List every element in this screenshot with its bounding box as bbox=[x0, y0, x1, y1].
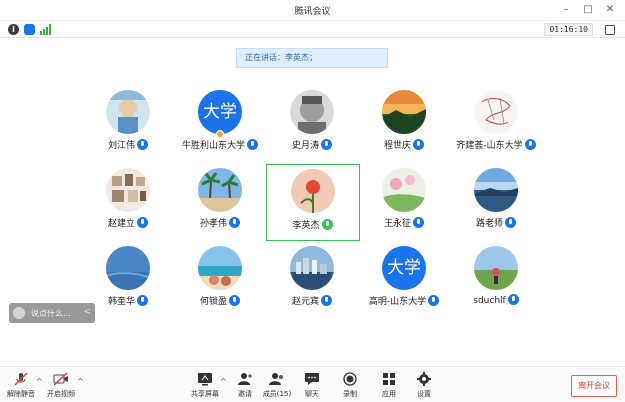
active-speaker-tile[interactable]: 李英杰 bbox=[266, 164, 360, 241]
microphone-icon bbox=[321, 139, 332, 150]
participant-name: 孙孝伟 bbox=[199, 219, 227, 229]
microphone-icon bbox=[413, 217, 424, 228]
microphone-muted-icon bbox=[14, 372, 28, 386]
shield-icon[interactable] bbox=[24, 24, 35, 35]
participant-name: 刘江伟 bbox=[107, 141, 135, 151]
status-bar: i 01:16:10 bbox=[0, 20, 625, 38]
meeting-timer: 01:16:10 bbox=[544, 23, 593, 36]
record-button[interactable]: 录制 bbox=[333, 372, 367, 399]
avatar bbox=[474, 168, 518, 212]
avatar bbox=[291, 169, 335, 213]
members-icon bbox=[269, 373, 283, 385]
share-screen-button[interactable]: 共享屏幕 bbox=[188, 372, 222, 399]
apps-label: 应用 bbox=[382, 390, 396, 398]
avatar bbox=[198, 168, 242, 212]
record-label: 录制 bbox=[343, 390, 357, 398]
invite-button[interactable]: 邀请 bbox=[228, 372, 262, 399]
participant-tile[interactable]: 孙孝伟 bbox=[165, 168, 275, 240]
speaking-banner: 正在讲话：李英杰； bbox=[236, 48, 388, 68]
microphone-icon bbox=[137, 217, 148, 228]
participant-name: 李英杰 bbox=[292, 221, 320, 231]
avatar bbox=[106, 90, 150, 134]
fullscreen-icon[interactable] bbox=[605, 25, 615, 35]
avatar bbox=[474, 246, 518, 290]
host-badge-icon bbox=[216, 130, 224, 138]
start-video-label: 开启视频 bbox=[47, 390, 75, 398]
microphone-icon bbox=[507, 294, 519, 305]
chevron-up-icon[interactable]: ^ bbox=[36, 377, 43, 386]
emoji-icon[interactable] bbox=[13, 307, 25, 319]
apps-button[interactable]: 应用 bbox=[372, 372, 406, 399]
microphone-icon bbox=[505, 217, 516, 228]
microphone-icon bbox=[524, 139, 536, 150]
participant-tile[interactable]: 齐建荟-山东大学 bbox=[441, 90, 551, 162]
unmute-button[interactable]: 解除静音 bbox=[4, 372, 38, 399]
settings-button[interactable]: 设置 bbox=[407, 372, 441, 399]
participant-name: 赵元宾 bbox=[291, 297, 319, 307]
gear-icon bbox=[417, 372, 431, 386]
collapse-icon[interactable]: < bbox=[83, 307, 91, 317]
participant-name: 高明-山东大学 bbox=[368, 297, 427, 307]
maximize-icon[interactable]: □ bbox=[579, 2, 597, 18]
participant-name: 牛胜利山东大学 bbox=[181, 141, 245, 151]
chevron-up-icon[interactable]: ^ bbox=[220, 377, 227, 386]
avatar: 大学 bbox=[198, 90, 242, 134]
participant-name: 赵建立 bbox=[107, 219, 135, 229]
chat-label: 聊天 bbox=[305, 390, 319, 398]
participant-name: 王永征 bbox=[383, 219, 411, 229]
invite-icon bbox=[238, 373, 252, 385]
participant-name: sduchlf bbox=[473, 296, 506, 306]
leave-meeting-button[interactable]: 离开会议 bbox=[571, 375, 617, 397]
chat-button[interactable]: 聊天 bbox=[295, 372, 329, 399]
share-screen-icon bbox=[198, 373, 212, 386]
chat-input[interactable]: 说点什么... < bbox=[9, 303, 95, 323]
avatar bbox=[382, 168, 426, 212]
microphone-icon bbox=[229, 217, 240, 228]
info-icon[interactable]: i bbox=[8, 24, 19, 35]
start-video-button[interactable]: 开启视频 bbox=[44, 372, 78, 399]
microphone-icon bbox=[229, 295, 240, 306]
title-bar: 腾讯会议 – □ ✕ bbox=[0, 0, 625, 20]
chevron-up-icon[interactable]: ^ bbox=[77, 377, 84, 386]
video-off-icon bbox=[53, 372, 68, 386]
avatar bbox=[106, 246, 150, 290]
record-icon bbox=[343, 372, 357, 386]
apps-icon bbox=[383, 373, 395, 385]
participant-name: 路老师 bbox=[475, 219, 503, 229]
members-button[interactable]: 成员(15) bbox=[260, 372, 294, 399]
avatar bbox=[290, 90, 334, 134]
microphone-icon bbox=[428, 295, 440, 306]
participant-name: 何锁盈 bbox=[199, 297, 227, 307]
bottom-toolbar: 解除静音 ^ 开启视频 ^ 共享屏幕 ^ 邀请 成员(15) 聊天 录制 应用 … bbox=[0, 366, 625, 402]
avatar: 大学 bbox=[382, 246, 426, 290]
avatar bbox=[474, 90, 518, 134]
avatar bbox=[290, 246, 334, 290]
settings-label: 设置 bbox=[417, 390, 431, 398]
participant-name: 韩奎华 bbox=[107, 297, 135, 307]
members-label: 成员(15) bbox=[262, 390, 292, 398]
microphone-icon bbox=[137, 139, 148, 150]
avatar bbox=[106, 168, 150, 212]
share-screen-label: 共享屏幕 bbox=[191, 390, 219, 398]
microphone-icon bbox=[321, 295, 332, 306]
signal-icon[interactable] bbox=[40, 24, 52, 35]
invite-label: 邀请 bbox=[238, 390, 252, 398]
avatar bbox=[198, 246, 242, 290]
app-title: 腾讯会议 bbox=[294, 7, 331, 17]
participant-name: 齐建荟-山东大学 bbox=[456, 141, 523, 151]
participant-tile[interactable]: 路老师 bbox=[441, 168, 551, 240]
minimize-icon[interactable]: – bbox=[557, 2, 575, 18]
participant-tile[interactable]: sduchlf bbox=[441, 246, 551, 318]
close-icon[interactable]: ✕ bbox=[601, 2, 619, 18]
unmute-label: 解除静音 bbox=[7, 390, 35, 398]
participant-name: 程世庆 bbox=[383, 141, 411, 151]
avatar bbox=[382, 90, 426, 134]
microphone-icon bbox=[321, 219, 333, 230]
participant-name: 史月涛 bbox=[291, 141, 319, 151]
chat-placeholder: 说点什么... bbox=[31, 309, 71, 318]
chat-icon bbox=[305, 373, 319, 385]
microphone-icon bbox=[137, 295, 148, 306]
microphone-icon bbox=[413, 139, 424, 150]
